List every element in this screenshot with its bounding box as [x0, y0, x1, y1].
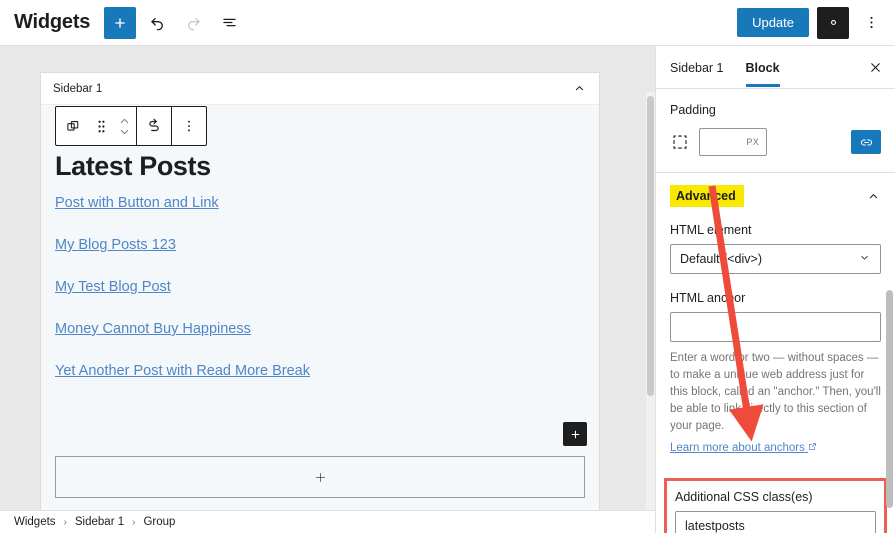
html-anchor-input[interactable]	[670, 312, 881, 342]
list-item[interactable]: My Blog Posts 123	[55, 237, 575, 253]
settings-button[interactable]	[817, 6, 849, 39]
more-options-button[interactable]	[857, 8, 885, 38]
block-inserter-button[interactable]	[563, 422, 587, 446]
breadcrumb-separator: ›	[63, 516, 67, 528]
breadcrumb-item-sidebar-1[interactable]: Sidebar 1	[75, 516, 124, 528]
redo-icon	[187, 17, 200, 31]
breadcrumb-item-widgets[interactable]: Widgets	[14, 516, 56, 528]
close-icon	[871, 62, 880, 72]
add-block-button[interactable]	[104, 6, 137, 39]
plus-icon	[571, 430, 579, 438]
redo-button[interactable]	[178, 8, 208, 38]
list-view-icon	[223, 18, 236, 27]
widget-area-title: Sidebar 1	[53, 82, 103, 95]
block-appender[interactable]	[55, 456, 585, 498]
drag-handle-icon	[97, 120, 105, 132]
learn-more-label: Learn more about anchors	[670, 442, 805, 455]
list-item[interactable]: Yet Another Post with Read More Break	[55, 363, 575, 379]
padding-box-icon	[673, 135, 687, 149]
external-link-icon	[809, 443, 816, 451]
list-view-button[interactable]	[214, 8, 244, 38]
plus-icon	[115, 17, 125, 28]
block-mover-group	[112, 107, 136, 145]
css-class-input[interactable]	[675, 511, 876, 533]
breadcrumb-separator: ›	[132, 516, 136, 528]
list-item[interactable]: My Test Blog Post	[55, 279, 575, 295]
additional-css-highlight-box: Additional CSS class(es) Separate multip…	[664, 478, 887, 533]
padding-controls: PX	[670, 128, 881, 156]
undo-icon	[150, 17, 163, 31]
advanced-section-title: Advanced	[670, 185, 744, 207]
chevron-down-icon	[858, 251, 871, 267]
block-toolbar-options-group	[172, 107, 206, 145]
html-element-select[interactable]: Default (<div>)	[670, 244, 881, 274]
learn-more-anchors-link[interactable]: Learn more about anchors	[670, 442, 817, 454]
link-sides-icon	[860, 138, 872, 146]
anchor-help-text: Enter a word or two — without spaces — t…	[670, 352, 881, 432]
undo-button[interactable]	[142, 8, 172, 38]
block-toolbar-transform-group	[137, 107, 171, 145]
html-anchor-label: HTML anchor	[670, 291, 746, 305]
padding-label: Padding	[670, 103, 716, 117]
toolbar-button-group	[104, 6, 244, 39]
block-toolbar-left-group	[56, 107, 136, 145]
breadcrumb-item-group[interactable]: Group	[143, 516, 175, 528]
html-element-label: HTML element	[670, 223, 752, 237]
block-options-button[interactable]	[172, 107, 206, 145]
tab-sidebar-1[interactable]: Sidebar 1	[670, 48, 724, 87]
editor-canvas: Sidebar 1 Latest Posts Post with Button …	[0, 46, 655, 510]
advanced-section-header[interactable]: Advanced	[656, 173, 895, 217]
block-heading: Latest Posts	[55, 151, 211, 181]
page-title: Widgets	[14, 11, 91, 33]
kebab-menu-icon	[188, 120, 190, 132]
settings-sidebar: Sidebar 1 Block Padding PX Advanced HTML…	[655, 46, 895, 533]
update-button[interactable]: Update	[737, 8, 809, 37]
block-toolbar	[55, 106, 207, 146]
breadcrumb: Widgets › Sidebar 1 › Group	[0, 510, 655, 533]
chevron-up-icon	[869, 193, 878, 198]
advanced-section-body: HTML element Default (<div>) HTML anchor…	[656, 223, 895, 470]
chevron-up-icon	[120, 118, 128, 123]
html-element-value: Default (<div>)	[680, 252, 762, 266]
css-class-label: Additional CSS class(es)	[675, 490, 813, 505]
link-padding-sides-button[interactable]	[851, 130, 881, 154]
move-down-button[interactable]	[118, 127, 131, 137]
gear-icon	[830, 20, 836, 25]
canvas-scrollbar-thumb[interactable]	[647, 96, 654, 396]
transform-block-button[interactable]	[137, 107, 171, 145]
sidebar-tabs: Sidebar 1 Block	[656, 46, 895, 89]
padding-sides-icon	[670, 132, 690, 152]
group-blocks-icon	[66, 120, 78, 131]
padding-input[interactable]: PX	[699, 128, 767, 156]
kebab-menu-icon	[869, 16, 873, 29]
plus-icon	[315, 472, 325, 482]
sidebar-scrollbar-thumb[interactable]	[886, 290, 893, 508]
padding-unit-label: PX	[746, 137, 759, 147]
chevron-down-icon	[120, 129, 128, 134]
group-blocks-button[interactable]	[56, 107, 90, 145]
padding-section: Padding PX	[656, 89, 895, 173]
top-toolbar: Widgets Update	[0, 0, 895, 46]
transform-arrow-icon	[149, 118, 159, 132]
chevron-up-icon	[575, 86, 584, 91]
move-up-button[interactable]	[118, 116, 131, 126]
tab-block[interactable]: Block	[746, 48, 780, 87]
widgets-editor-screen: Widgets Update Sidebar 1 Latest Posts Po…	[0, 0, 895, 533]
latest-posts-list: Post with Button and Link My Blog Posts …	[55, 195, 575, 405]
drag-handle-button[interactable]	[90, 107, 112, 145]
widget-area-card: Sidebar 1 Latest Posts Post with Button …	[40, 72, 600, 510]
widget-area-collapse-button[interactable]	[572, 81, 587, 96]
widget-area-header: Sidebar 1	[41, 73, 599, 105]
close-sidebar-button[interactable]	[868, 60, 883, 75]
advanced-collapse-button[interactable]	[866, 189, 881, 204]
list-item[interactable]: Post with Button and Link	[55, 195, 575, 211]
toolbar-right-group: Update	[737, 6, 885, 39]
list-item[interactable]: Money Cannot Buy Happiness	[55, 321, 575, 337]
